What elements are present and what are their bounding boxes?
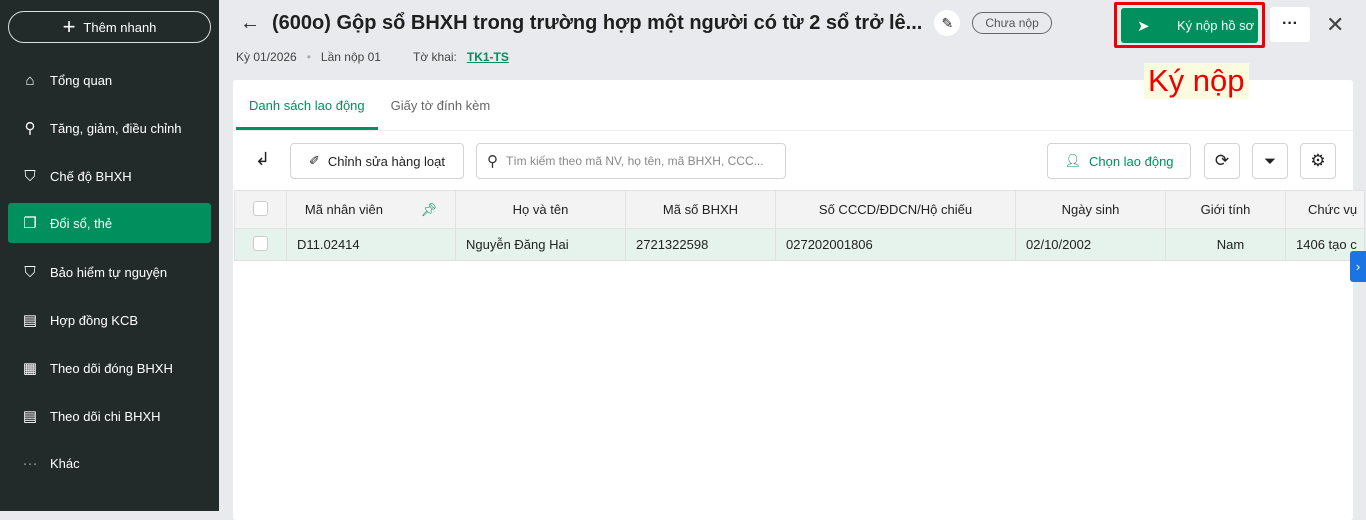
search-icon: ⚲ bbox=[487, 153, 498, 170]
edit-icon[interactable]: ✎ bbox=[934, 10, 961, 36]
tab-attachments[interactable]: Giấy tờ đính kèm bbox=[378, 90, 504, 130]
period: Kỳ 01/2026 bbox=[236, 50, 297, 64]
sidebar-item-benefits[interactable]: ⛉ Chế độ BHXH bbox=[8, 156, 211, 196]
column-header[interactable]: Ngày sinh bbox=[1015, 190, 1166, 229]
sidebar-item-label: Đổi sổ, thẻ bbox=[50, 215, 113, 231]
shield-icon: ⛉ bbox=[24, 263, 36, 281]
cell-social-insurance-no: 2721322598 bbox=[625, 228, 776, 261]
employee-table: Mã nhân viên 📌︎ Họ và tên Mã số BHXH Số … bbox=[234, 190, 1365, 261]
settings-button[interactable]: ⚙ bbox=[1300, 143, 1336, 179]
filter-icon: ⏷ bbox=[1263, 152, 1276, 170]
table-header: Mã nhân viên 📌︎ Họ và tên Mã số BHXH Số … bbox=[234, 190, 1365, 229]
cell-gender: Nam bbox=[1165, 228, 1286, 261]
form-label: Tờ khai: bbox=[412, 50, 457, 64]
tab-employee-list[interactable]: Danh sách lao động bbox=[236, 90, 378, 130]
bulk-edit-button[interactable]: ✐ Chỉnh sửa hàng loạt bbox=[290, 143, 464, 179]
sidebar-item-overview[interactable]: ⌂ Tổng quan bbox=[8, 60, 211, 100]
sign-submit-button[interactable]: ➤ Ký nộp hồ sơ bbox=[1121, 8, 1258, 43]
sidebar-item-label: Theo dõi chi BHXH bbox=[50, 408, 161, 424]
cell-full-name: Nguyễn Đăng Hai bbox=[455, 228, 626, 261]
separator-dot: • bbox=[306, 50, 311, 64]
sort-icon[interactable]: ↲ bbox=[255, 149, 270, 170]
more-icon: ··· bbox=[22, 454, 38, 472]
sidebar-item-other[interactable]: ··· Khác bbox=[8, 443, 211, 483]
choose-employee-label: Chọn lao động bbox=[1088, 153, 1174, 169]
bulk-edit-label: Chỉnh sửa hàng loạt bbox=[327, 153, 446, 169]
more-button[interactable]: ··· bbox=[1270, 7, 1310, 42]
column-header[interactable]: Số CCCD/ĐDCN/Hộ chiếu bbox=[775, 190, 1016, 229]
quick-add-button[interactable]: + Thêm nhanh bbox=[8, 11, 211, 43]
home-icon: ⌂ bbox=[25, 71, 35, 89]
select-all-checkbox[interactable] bbox=[253, 200, 268, 216]
cell-birth-date: 02/10/2002 bbox=[1015, 228, 1166, 261]
copy-icon: ❐ bbox=[23, 215, 37, 232]
row-select-cell bbox=[234, 228, 287, 261]
sidebar-item-label: Tăng, giảm, điều chỉnh bbox=[50, 120, 182, 136]
quick-add-label: Thêm nhanh bbox=[83, 19, 157, 35]
shield-heart-icon: ⛉ bbox=[24, 167, 36, 185]
sidebar-item-label: Bảo hiểm tự nguyện bbox=[50, 264, 168, 280]
scroll-icon: ▤ bbox=[22, 312, 38, 329]
filter-button[interactable]: ⏷ bbox=[1252, 143, 1288, 179]
sidebar-item-kcb[interactable]: ▤ Hợp đồng KCB bbox=[8, 300, 211, 340]
close-icon[interactable]: ✕ bbox=[1326, 12, 1344, 38]
send-icon: ➤ bbox=[1137, 17, 1150, 35]
cell-id-number: 027202001806 bbox=[775, 228, 1016, 261]
sidebar-item-contribution[interactable]: ▦ Theo dõi đóng BHXH bbox=[8, 348, 211, 388]
cell-employee-id: D11.02414 bbox=[286, 228, 456, 261]
user-up-icon: ⚲ bbox=[24, 120, 36, 137]
sidebar-item-label: Chế độ BHXH bbox=[50, 168, 132, 184]
sidebar-item-payout[interactable]: ▤ Theo dõi chi BHXH bbox=[8, 396, 211, 436]
sidebar-item-book-card[interactable]: ❐ Đổi sổ, thẻ bbox=[8, 203, 211, 243]
c12-doc-icon: ▦ bbox=[22, 360, 38, 377]
back-icon[interactable]: ← bbox=[240, 12, 260, 35]
column-header[interactable]: Giới tính bbox=[1165, 190, 1286, 229]
gear-icon: ⚙ bbox=[1310, 151, 1326, 170]
content-card: Danh sách lao động Giấy tờ đính kèm ↲ ✐ C… bbox=[233, 80, 1365, 520]
column-header[interactable]: Mã nhân viên 📌︎ bbox=[286, 190, 456, 229]
choose-employee-button[interactable]: 👤︎ Chọn lao động bbox=[1047, 143, 1191, 179]
sidebar-item-changes[interactable]: ⚲ Tăng, giảm, điều chỉnh bbox=[8, 108, 211, 148]
sidebar: + Thêm nhanh ⌂ Tổng quan ⚲ Tăng, giảm, điều… bbox=[0, 0, 219, 511]
sidebar-item-label: Theo dõi đóng BHXH bbox=[50, 360, 173, 376]
sign-submit-label: Ký nộp hồ sơ bbox=[1177, 18, 1255, 33]
column-label: Mã nhân viên bbox=[304, 201, 383, 217]
sidebar-item-label: Tổng quan bbox=[50, 72, 113, 88]
sidebar-item-voluntary[interactable]: ⛉ Bảo hiểm tự nguyện bbox=[8, 252, 211, 292]
refresh-button[interactable]: ⟳ bbox=[1204, 143, 1240, 179]
refresh-icon: ⟳ bbox=[1214, 151, 1230, 170]
submission-count: Lần nộp 01 bbox=[320, 50, 381, 64]
column-header[interactable]: Mã số BHXH bbox=[625, 190, 776, 229]
search-placeholder: Tìm kiếm theo mã NV, họ tên, mã BHXH, CC… bbox=[506, 154, 764, 168]
user-check-icon: 👤︎ bbox=[1064, 153, 1081, 168]
annotation-label: Ký nộp bbox=[1144, 63, 1249, 99]
sidebar-item-label: Khác bbox=[50, 455, 80, 471]
column-header[interactable]: Chức vụ bbox=[1285, 190, 1365, 229]
doc-icon: ▤ bbox=[22, 408, 38, 425]
pin-icon[interactable]: 📌︎ bbox=[421, 202, 438, 217]
plus-icon: + bbox=[62, 14, 76, 39]
row-checkbox[interactable] bbox=[253, 235, 268, 251]
column-header[interactable]: Họ và tên bbox=[455, 190, 626, 229]
page-title: (600o) Gộp sổ BHXH trong trường hợp một … bbox=[272, 11, 923, 34]
sidebar-item-label: Hợp đồng KCB bbox=[50, 312, 139, 328]
table-row[interactable]: D11.02414 Nguyễn Đăng Hai 2721322598 027… bbox=[234, 228, 1365, 261]
expand-panel-button[interactable]: › bbox=[1350, 251, 1366, 282]
status-badge: Chưa nộp bbox=[972, 12, 1052, 34]
search-input[interactable]: ⚲ Tìm kiếm theo mã NV, họ tên, mã BHXH, C… bbox=[476, 143, 786, 179]
edit-pen-icon: ✐ bbox=[308, 153, 320, 168]
select-all-cell bbox=[234, 190, 287, 229]
form-code-link[interactable]: TK1-TS bbox=[467, 50, 509, 64]
